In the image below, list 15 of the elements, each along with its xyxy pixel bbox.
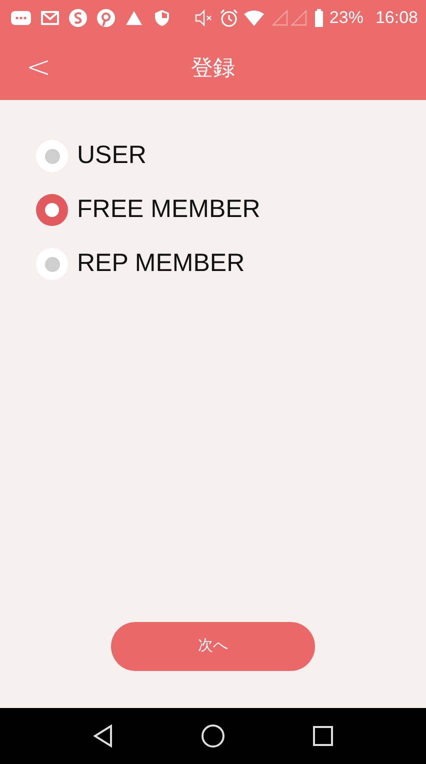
battery-percent: 23% [329,6,364,29]
home-icon[interactable] [200,724,225,748]
radio-option[interactable]: USER [36,129,146,183]
back-icon[interactable] [92,724,114,748]
radio-option[interactable]: FREE MEMBER [36,183,260,237]
radio-option[interactable]: REP MEMBER [36,237,245,291]
signal-icon [269,8,310,28]
alarm-icon [219,8,240,28]
pin-icon [96,8,116,28]
wifi-icon [243,8,266,28]
screen-title: 登録 [191,55,235,80]
shield-icon [152,8,172,28]
recents-icon[interactable] [312,725,334,747]
clock: 16:08 [375,6,418,29]
battery-icon [313,8,326,28]
